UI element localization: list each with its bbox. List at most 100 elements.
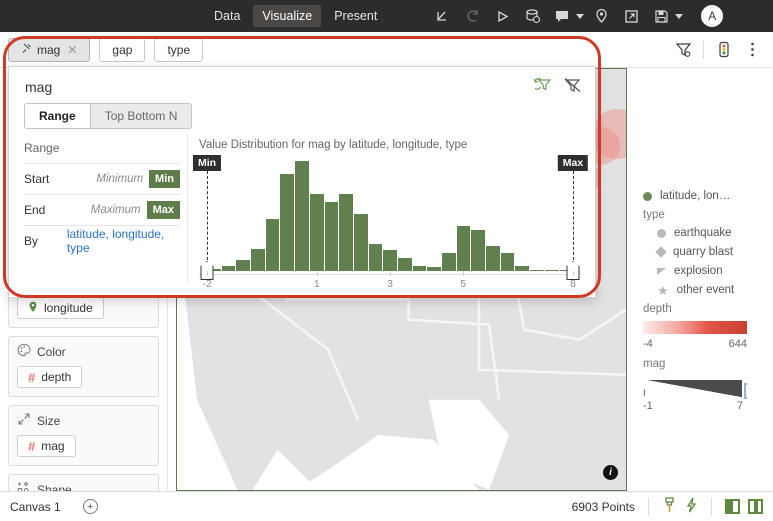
histogram-bar: [368, 243, 383, 271]
mag-scale-max: 7: [736, 400, 743, 412]
min-handle-line: [207, 171, 208, 265]
filter-funnel-icon[interactable]: [670, 37, 696, 63]
panel-both-icon[interactable]: [748, 499, 763, 514]
legend-item-explosion[interactable]: explosion: [657, 265, 763, 277]
save-dropdown-caret[interactable]: [675, 13, 684, 19]
traffic-light-icon[interactable]: [711, 37, 737, 63]
avatar[interactable]: A: [701, 5, 724, 27]
topnav-data[interactable]: Data: [205, 5, 249, 27]
chart-plot-area: Min Max: [192, 155, 589, 280]
histogram-bar: [265, 219, 280, 271]
status-bar-right: 6903 Points: [572, 497, 763, 516]
comment-dropdown-caret[interactable]: [576, 13, 585, 19]
range-row-start: Start Minimum Min: [24, 163, 180, 194]
depth-color-ramp: [643, 321, 747, 334]
field-pill-depth-label: depth: [41, 370, 72, 384]
legend-series-row: latitude, lon…: [643, 190, 763, 202]
chip-mag[interactable]: mag ✕: [8, 37, 91, 62]
chip-bar-actions: [670, 37, 773, 63]
brush-icon[interactable]: [662, 497, 677, 516]
range-by-value-link[interactable]: latitude, longitude, type: [67, 227, 180, 255]
lightning-icon[interactable]: [685, 497, 698, 516]
mag-size-ramp: [647, 380, 742, 397]
range-end-value[interactable]: Maximum: [91, 204, 141, 216]
panel-left-icon[interactable]: [725, 499, 740, 514]
histogram-bar: [383, 250, 397, 271]
field-pill-mag[interactable]: # mag: [17, 435, 76, 457]
histogram-bar: [339, 194, 353, 271]
shelf-size-label: Size: [37, 413, 61, 428]
mag-size-ramp-row: I: [643, 376, 763, 400]
field-pill-depth[interactable]: # depth: [17, 366, 83, 388]
star-marker-icon: ★: [657, 282, 669, 298]
field-pill-longitude[interactable]: longitude: [17, 297, 104, 319]
shelf-size-header: Size: [17, 412, 150, 429]
histogram-bar: [251, 249, 265, 271]
location-pin-icon[interactable]: [588, 3, 614, 29]
chart-x-axis-ticks: -2 1 3 5 8: [202, 271, 576, 293]
popup-header-actions: [533, 77, 581, 98]
axis-tick: [390, 271, 391, 276]
filter-mode-top-bottom-n[interactable]: Top Bottom N: [89, 104, 192, 128]
histogram-bars: [207, 161, 574, 271]
pin-icon: [21, 43, 32, 57]
legend-group-title-mag: mag: [643, 358, 666, 370]
mag-ramp-start-tick-icon: I: [643, 388, 646, 398]
range-start-label: Start: [24, 172, 50, 186]
histogram-bar: [456, 225, 471, 271]
range-start-value[interactable]: Minimum: [96, 173, 143, 185]
database-refresh-icon[interactable]: [519, 3, 545, 29]
play-icon[interactable]: [489, 3, 515, 29]
axis-tick: [463, 271, 465, 276]
undo-icon[interactable]: [429, 3, 455, 29]
chart-title: Value Distribution for mag by latitude, …: [199, 139, 468, 151]
disable-filter-icon[interactable]: [564, 77, 581, 98]
axis-tick-label: 8: [570, 278, 576, 290]
hash-icon: #: [28, 438, 36, 454]
mag-scale-min: -1: [643, 400, 653, 412]
filter-mode-toggle[interactable]: Range Top Bottom N: [24, 103, 193, 129]
export-icon[interactable]: [618, 3, 644, 29]
top-app-bar: Data Visualize Present A: [0, 0, 773, 32]
histogram-bar: [397, 257, 412, 271]
diamond-marker-icon: [655, 246, 667, 258]
chip-type-label: type: [167, 42, 191, 57]
range-start-min-button[interactable]: Min: [149, 170, 180, 188]
redo-icon[interactable]: [459, 3, 485, 29]
topnav-visualize[interactable]: Visualize: [253, 5, 322, 27]
popup-title: mag: [25, 79, 53, 95]
triangle-marker-icon: [657, 267, 666, 275]
histogram-bar: [500, 253, 515, 271]
chip-gap[interactable]: gap: [99, 37, 146, 62]
circle-marker-icon: [657, 228, 666, 238]
axis-tick-label: 1: [313, 278, 320, 290]
add-canvas-button[interactable]: +: [82, 499, 98, 514]
legend-group-title-depth: depth: [643, 303, 672, 315]
points-count-label: 6903 Points: [571, 499, 635, 514]
shelf-size[interactable]: Size # mag: [8, 405, 159, 466]
legend-item-earthquake[interactable]: earthquake: [657, 227, 763, 239]
shelf-color[interactable]: Color # depth: [8, 336, 159, 397]
topnav-present[interactable]: Present: [325, 5, 386, 27]
chip-mag-close-icon[interactable]: ✕: [67, 43, 77, 57]
canvas-label[interactable]: Canvas 1: [10, 500, 61, 514]
mag-filter-popup[interactable]: mag Range Top Bottom N Range Start Minim…: [8, 66, 596, 298]
chip-type[interactable]: type: [154, 37, 204, 62]
histogram-bar: [486, 245, 500, 271]
more-vertical-icon[interactable]: [739, 37, 765, 63]
range-end-max-button[interactable]: Max: [146, 201, 180, 219]
legend-item-other-event[interactable]: ★ other event: [657, 282, 763, 298]
reset-filter-icon[interactable]: [533, 77, 552, 98]
field-pill-longitude-label: longitude: [44, 301, 93, 315]
legend-item-quarry-blast[interactable]: quarry blast: [655, 246, 763, 258]
histogram-bar: [280, 174, 295, 271]
comment-icon[interactable]: [549, 3, 575, 29]
status-bar: Canvas 1 + 6903 Points: [0, 491, 773, 521]
top-nav: Data Visualize Present: [205, 5, 386, 27]
shelf-color-label: Color: [37, 344, 66, 359]
depth-scale-max: 644: [728, 338, 747, 350]
filter-mode-range[interactable]: Range: [25, 104, 90, 128]
info-icon[interactable]: i: [603, 465, 618, 480]
save-icon[interactable]: [648, 3, 674, 29]
range-end-label: End: [24, 203, 46, 217]
